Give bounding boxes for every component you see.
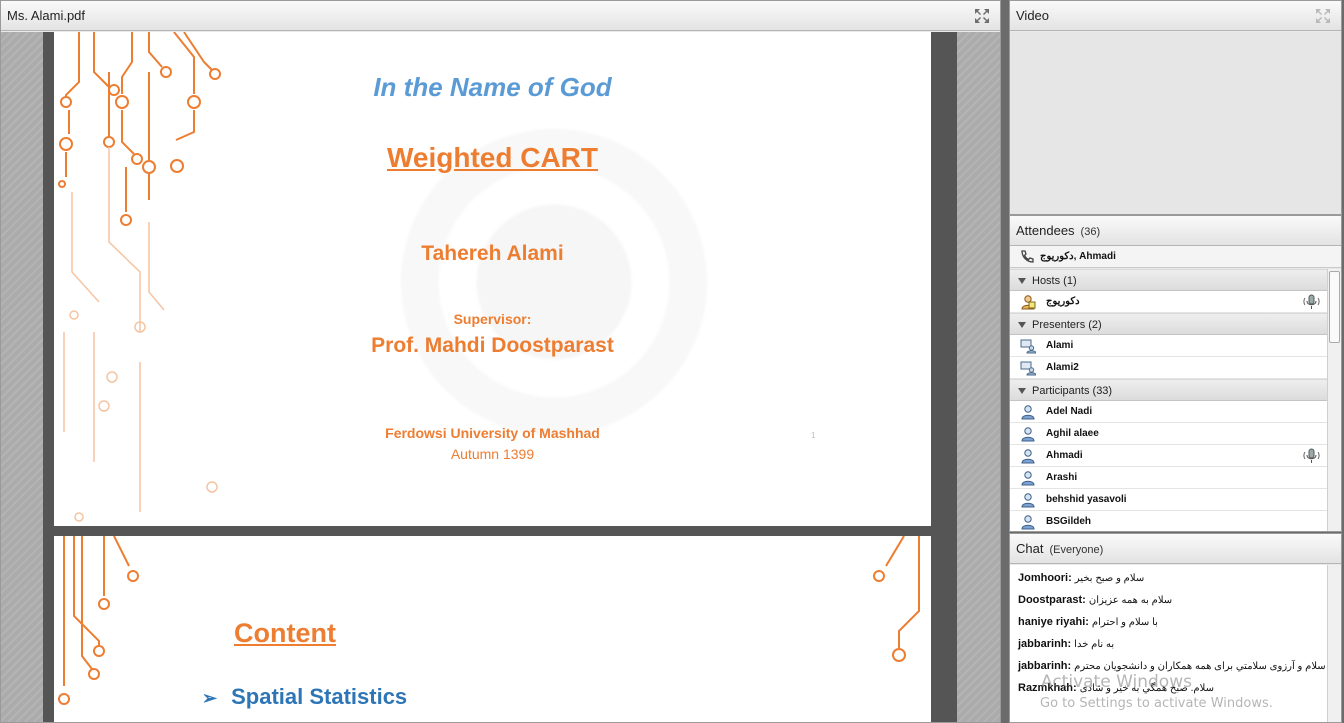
attendee-row[interactable]: behshid yasavoli <box>1010 489 1327 511</box>
chat-text: به نام خدا <box>1074 639 1115 650</box>
chat-sender: haniye riyahi: <box>1018 616 1089 628</box>
group-label: Presenters (2) <box>1032 319 1102 331</box>
attendee-name: Alami2 <box>1046 362 1079 373</box>
participant-icon <box>1021 449 1035 464</box>
microphone-icon <box>1303 448 1320 463</box>
collapse-triangle-icon[interactable] <box>1018 388 1026 394</box>
attendee-list[interactable]: Hosts (1) دكوريوج Presenters (2) Alami Alami… <box>1010 269 1327 531</box>
slide-2: Content ➢ Spatial Statistics <box>54 536 931 722</box>
participant-icon <box>1021 515 1035 530</box>
term-label: Autumn 1399 <box>450 446 535 462</box>
slide-author: Tahereh Alami <box>421 242 564 265</box>
group-label: Hosts (1) <box>1032 275 1077 287</box>
chat-message: jabbarinh: با سلام و آرزوی سلامتي برای هم… <box>1018 660 1334 672</box>
attendee-name: behshid yasavoli <box>1046 494 1127 505</box>
attendees-pod-titlebar: Attendees (36) <box>1010 216 1341 246</box>
chat-sender: Doostparast: <box>1018 594 1086 606</box>
attendees-pod: Attendees (36) دكوريوج, Ahmadi Hosts (1) د… <box>1009 215 1342 532</box>
video-area <box>1010 32 1341 214</box>
attendee-group-header[interactable]: Presenters (2) <box>1010 313 1327 335</box>
attendee-name: Ahmadi <box>1046 450 1083 461</box>
host-icon <box>1021 295 1036 310</box>
attendee-name: BSGildeh <box>1046 516 1092 527</box>
participant-icon <box>1021 471 1035 486</box>
chat-title: Chat <box>1016 541 1044 556</box>
activate-windows-subtitle: Go to Settings to activate Windows. <box>1040 696 1273 711</box>
slide-1: In the Name of God Weighted CART Tahereh… <box>54 32 931 526</box>
group-label: Participants (33) <box>1032 385 1113 397</box>
chat-sender: Jomhoori: <box>1018 572 1072 584</box>
attendee-name: Arashi <box>1046 472 1078 483</box>
attendee-row[interactable]: دكوريوج <box>1010 291 1327 313</box>
chat-message: jabbarinh: به نام خدا <box>1018 638 1114 650</box>
attendee-name: دكوريوج <box>1046 296 1080 307</box>
university-name: Ferdowsi University of Mashhad <box>385 425 600 441</box>
attendees-count: (36) <box>1080 226 1101 238</box>
phone-icon <box>1021 250 1034 263</box>
presenter-icon <box>1020 361 1036 376</box>
audio-status-line: دكوريوج, Ahmadi <box>1010 246 1341 268</box>
participant-icon <box>1021 405 1035 420</box>
audio-status-text: دكوريوج, Ahmadi <box>1040 251 1116 262</box>
chat-sender: jabbarinh: <box>1018 638 1072 650</box>
slide-page-number: 1 <box>811 431 816 440</box>
chat-message: Jomhoori: سلام و صبح بخير <box>1018 572 1144 584</box>
attendee-scrollbar[interactable] <box>1327 269 1341 531</box>
share-pod-title: Ms. Alami.pdf <box>7 8 86 23</box>
presenter-icon <box>1020 339 1036 354</box>
chat-text: سلام به همه عزيزان <box>1088 595 1173 606</box>
participant-icon <box>1021 493 1035 508</box>
attendee-row[interactable]: BSGildeh <box>1010 511 1327 531</box>
bullet-arrow-icon: ➢ <box>202 688 218 708</box>
attendee-row[interactable]: Aghil alaee <box>1010 423 1327 445</box>
activate-windows-title: Activate Windows <box>1041 672 1192 692</box>
attendee-row[interactable]: Arashi <box>1010 467 1327 489</box>
chat-message: haniye riyahi: با سلام و احترام <box>1018 616 1158 628</box>
attendee-name: Adel Nadi <box>1046 406 1093 417</box>
microphone-icon <box>1303 294 1320 309</box>
scrollbar-thumb[interactable] <box>1329 271 1340 343</box>
circuit-decoration <box>58 536 920 705</box>
attendee-row[interactable]: Alami2 <box>1010 357 1327 379</box>
chat-text: با سلام و آرزوی سلامتي برای همه همکاران … <box>1074 661 1335 672</box>
attendees-title: Attendees <box>1016 223 1075 238</box>
chat-sender: jabbarinh: <box>1018 660 1072 672</box>
document-viewport[interactable]: In the Name of God Weighted CART Tahereh… <box>1 32 1000 722</box>
chat-pod: Chat (Everyone) Jomhoori: سلام و صبح بخير D… <box>1009 533 1342 723</box>
supervisor-label: Supervisor: <box>453 311 532 327</box>
chat-scope[interactable]: (Everyone) <box>1049 544 1103 556</box>
attendee-row[interactable]: Adel Nadi <box>1010 401 1327 423</box>
bullet-item: ➢ Spatial Statistics <box>202 684 407 710</box>
slide-heading-god: In the Name of God <box>373 72 612 102</box>
document-page-strip: In the Name of God Weighted CART Tahereh… <box>43 32 957 722</box>
supervisor-name: Prof. Mahdi Doostparast <box>371 334 614 357</box>
attendee-group-header[interactable]: Participants (33) <box>1010 379 1327 401</box>
chat-scrollbar[interactable] <box>1327 565 1341 722</box>
video-pod: Video <box>1009 0 1342 215</box>
slide-2-heading: Content <box>234 618 336 648</box>
chat-text: با سلام و احترام <box>1091 617 1158 628</box>
attendee-group-header[interactable]: Hosts (1) <box>1010 269 1327 291</box>
attendee-name: Alami <box>1046 340 1074 351</box>
video-pod-title: Video <box>1016 8 1050 23</box>
share-pod: Ms. Alami.pdf In the Name of God Weighte… <box>0 0 1001 723</box>
fullscreen-icon[interactable] <box>1315 8 1331 24</box>
bullet-text: Spatial Statistics <box>231 684 408 709</box>
fullscreen-icon[interactable] <box>974 8 990 24</box>
chat-text: سلام و صبح بخير <box>1074 573 1145 584</box>
video-pod-titlebar: Video <box>1010 1 1341 31</box>
attendee-row[interactable]: Alami <box>1010 335 1327 357</box>
attendee-row[interactable]: Ahmadi <box>1010 445 1327 467</box>
collapse-triangle-icon[interactable] <box>1018 322 1026 328</box>
participant-icon <box>1021 427 1035 442</box>
attendee-name: Aghil alaee <box>1046 428 1099 439</box>
share-pod-titlebar: Ms. Alami.pdf <box>1 1 1000 31</box>
slide-watermark <box>254 52 854 512</box>
collapse-triangle-icon[interactable] <box>1018 278 1026 284</box>
chat-pod-titlebar: Chat (Everyone) <box>1010 534 1341 564</box>
slide-title: Weighted CART <box>386 142 599 173</box>
chat-message: Doostparast: سلام به همه عزيزان <box>1018 594 1172 606</box>
